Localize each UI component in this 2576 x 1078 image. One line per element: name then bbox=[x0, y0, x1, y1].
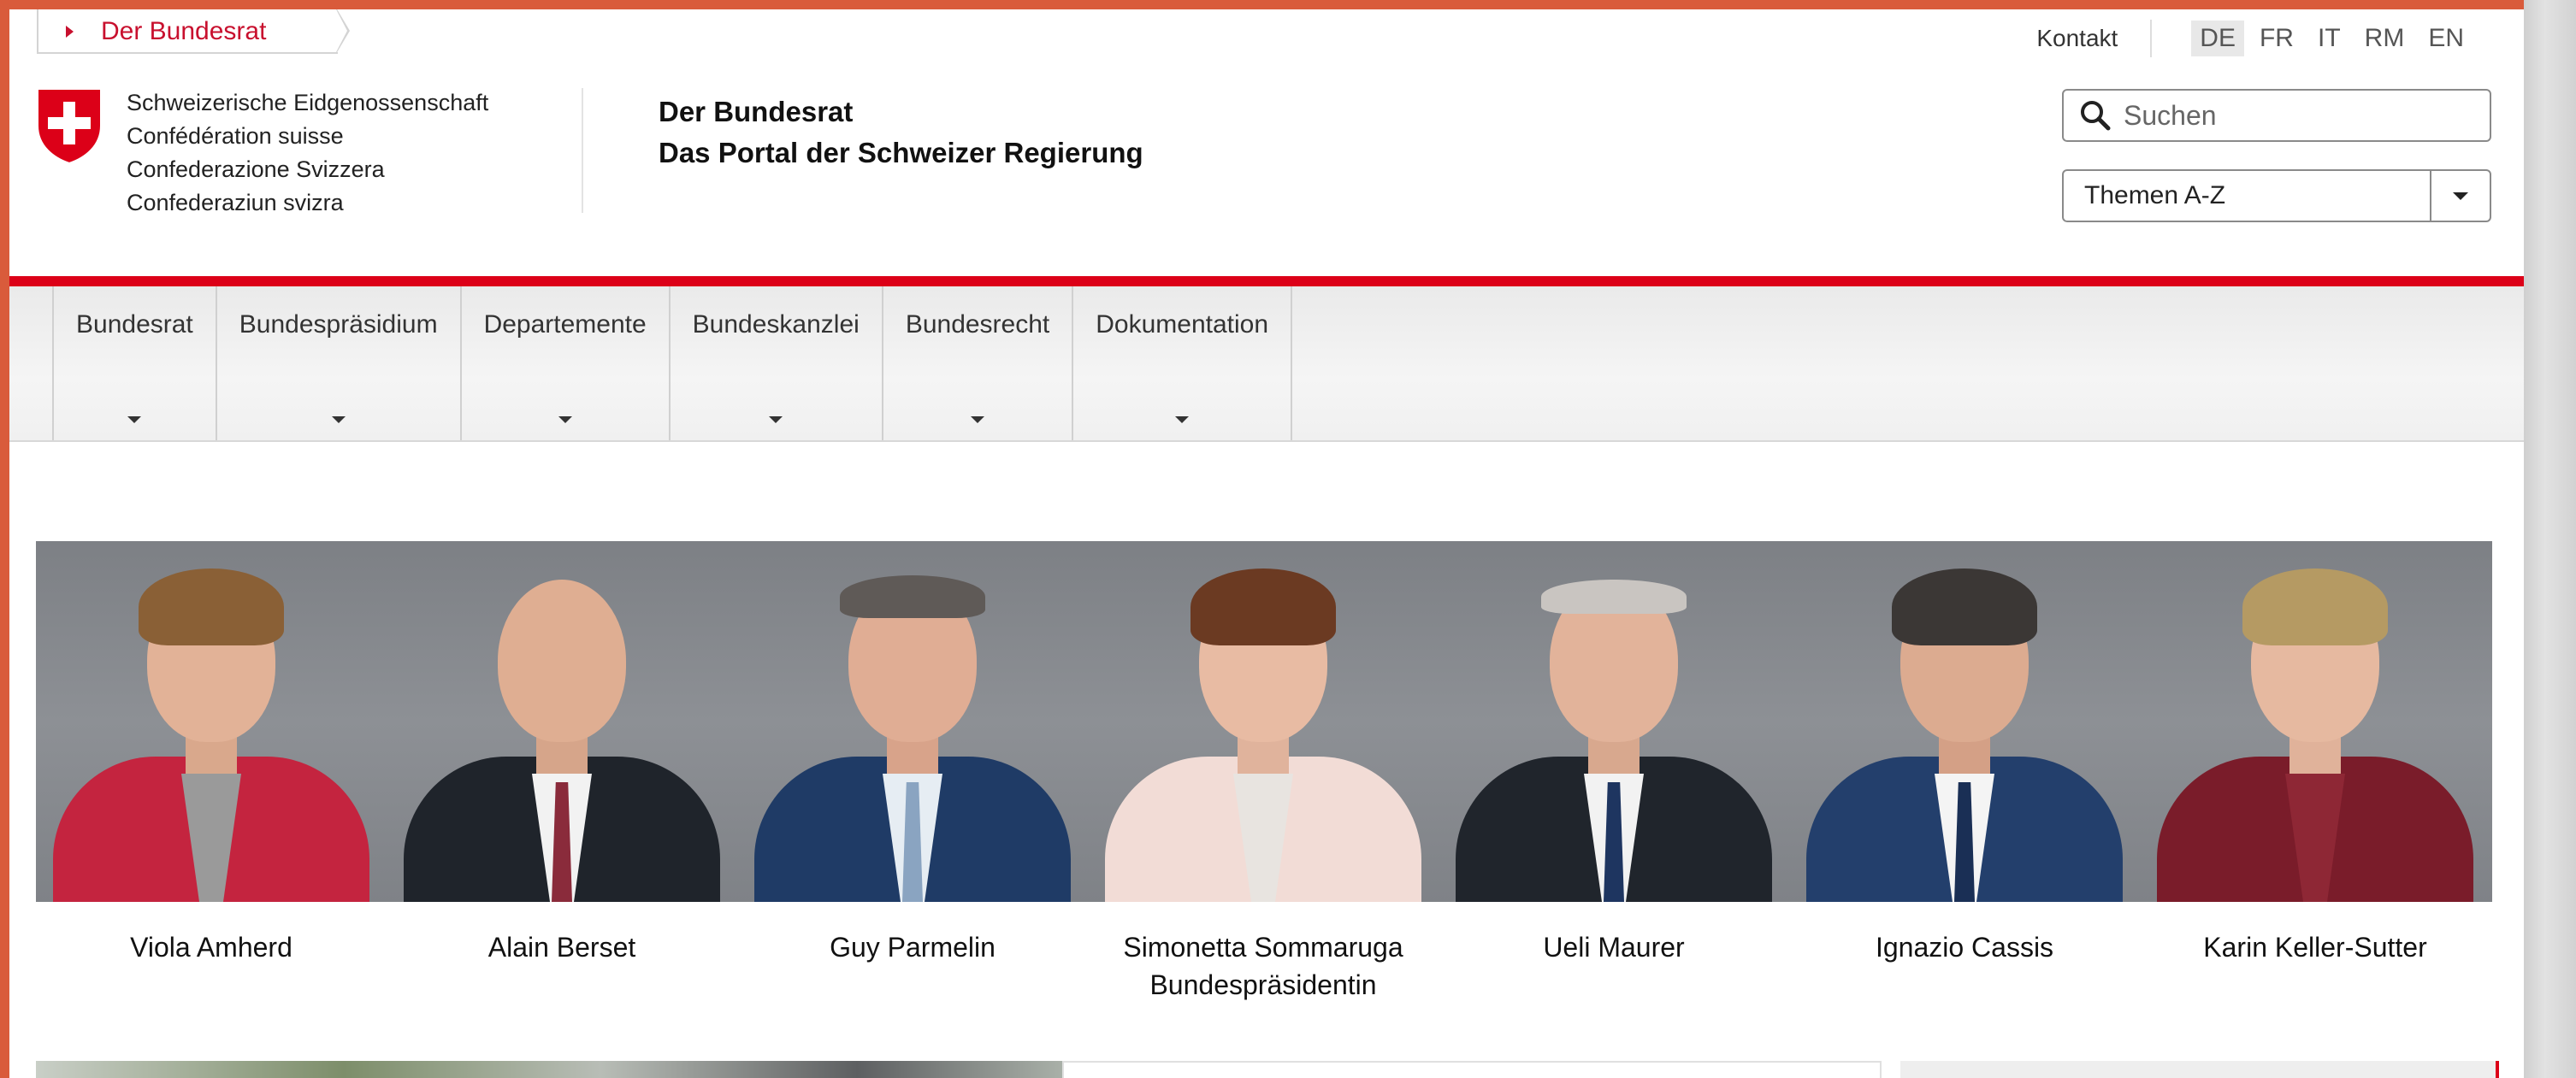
member-name-link[interactable]: Ueli Maurer bbox=[1439, 928, 1789, 966]
breadcrumb-home-link[interactable]: Der Bundesrat bbox=[37, 9, 350, 54]
nav-item-departemente[interactable]: Departemente bbox=[459, 286, 669, 440]
nav-item-bundesrat[interactable]: Bundesrat bbox=[52, 286, 216, 440]
member-name-link[interactable]: Guy Parmelin bbox=[737, 928, 1088, 966]
member-role: Bundespräsidentin bbox=[1149, 969, 1377, 1000]
window-frame-top bbox=[0, 0, 2576, 9]
header-divider bbox=[582, 88, 583, 213]
chevron-down-icon bbox=[558, 416, 572, 423]
member-name: Ueli Maurer bbox=[1543, 932, 1685, 963]
lang-it[interactable]: IT bbox=[2309, 21, 2349, 56]
portal-title-link[interactable]: Der Bundesrat Das Portal der Schweizer R… bbox=[659, 91, 1143, 174]
nav-item-label: Bundespräsidium bbox=[239, 310, 438, 339]
chevron-down-icon bbox=[1175, 416, 1190, 423]
confederation-name-de: Schweizerische Eidgenossenschaft bbox=[127, 90, 489, 115]
portrait-ignazio-cassis[interactable] bbox=[1789, 541, 2140, 902]
confederation-name-fr: Confédération suisse bbox=[127, 123, 344, 149]
lang-de[interactable]: DE bbox=[2191, 21, 2244, 56]
member-name: Karin Keller-Sutter bbox=[2203, 932, 2427, 963]
member-name: Simonetta Sommaruga bbox=[1123, 932, 1403, 963]
portrait-ueli-maurer[interactable] bbox=[1439, 541, 1789, 902]
page: Der Bundesrat Kontakt DE FR IT RM EN Sch… bbox=[9, 9, 2524, 1078]
confederation-names: Schweizerische Eidgenossenschaft Confédé… bbox=[127, 86, 488, 220]
member-name-link[interactable]: Karin Keller-Sutter bbox=[2140, 928, 2490, 966]
topics-select[interactable]: Themen A-Z bbox=[2062, 169, 2491, 222]
nav-item-label: Bundesrecht bbox=[905, 310, 1050, 339]
chevron-down-icon bbox=[127, 416, 142, 423]
member-name-link[interactable]: Alain Berset bbox=[387, 928, 737, 966]
member-names: Viola Amherd Alain Berset Guy Parmelin S… bbox=[36, 928, 2492, 1022]
meta-nav: Kontakt DE FR IT RM EN bbox=[2036, 18, 2473, 59]
chevron-down-icon bbox=[769, 416, 783, 423]
breadcrumb-tab-edge-inner bbox=[336, 9, 347, 52]
portal-title: Der Bundesrat bbox=[659, 96, 854, 127]
topics-select-toggle[interactable] bbox=[2430, 171, 2490, 221]
portrait-simonetta-sommaruga[interactable] bbox=[1088, 541, 1439, 902]
search-box bbox=[2062, 89, 2491, 142]
side-panel bbox=[1900, 1061, 2499, 1078]
confederation-name-it: Confederazione Svizzera bbox=[127, 156, 385, 182]
swiss-coat-of-arms-icon[interactable] bbox=[35, 86, 103, 165]
caret-right-icon bbox=[66, 26, 74, 38]
confederation-name-rm: Confederaziun svizra bbox=[127, 190, 344, 215]
teaser-panel bbox=[1062, 1061, 1882, 1078]
portrait-karin-keller-sutter[interactable] bbox=[2140, 541, 2490, 902]
member-name: Ignazio Cassis bbox=[1875, 932, 2054, 963]
portrait-viola-amherd[interactable] bbox=[36, 541, 387, 902]
chevron-down-icon bbox=[2453, 191, 2468, 200]
chevron-down-icon bbox=[971, 416, 985, 423]
nav-item-bundeskanzlei[interactable]: Bundeskanzlei bbox=[668, 286, 882, 440]
topics-select-value: Themen A-Z bbox=[2084, 181, 2226, 209]
lang-en[interactable]: EN bbox=[2419, 21, 2473, 56]
nav-item-label: Departemente bbox=[483, 310, 647, 339]
search-input[interactable] bbox=[2122, 98, 2467, 133]
member-name-link[interactable]: Viola Amherd bbox=[36, 928, 387, 966]
lang-rm[interactable]: RM bbox=[2356, 21, 2414, 56]
chevron-down-icon bbox=[331, 416, 346, 423]
window-frame-left bbox=[0, 0, 9, 1078]
nav-item-label: Dokumentation bbox=[1096, 310, 1269, 339]
kontakt-link[interactable]: Kontakt bbox=[2036, 25, 2118, 52]
member-name-link[interactable]: Ignazio Cassis bbox=[1789, 928, 2140, 966]
breadcrumb-label: Der Bundesrat bbox=[101, 17, 267, 45]
member-name-link[interactable]: Simonetta Sommaruga Bundespräsidentin bbox=[1088, 928, 1439, 1004]
portal-subtitle: Das Portal der Schweizer Regierung bbox=[659, 137, 1143, 168]
federal-council-photo[interactable] bbox=[36, 541, 2492, 902]
portrait-guy-parmelin[interactable] bbox=[737, 541, 1088, 902]
page-side-shadow bbox=[2524, 0, 2576, 1078]
member-name: Viola Amherd bbox=[130, 932, 292, 963]
meta-nav-divider bbox=[2150, 20, 2153, 57]
main-nav: Bundesrat Bundespräsidium Departemente B… bbox=[9, 286, 2524, 442]
brand-red-bar bbox=[9, 276, 2524, 286]
nav-item-bundespraesidium[interactable]: Bundespräsidium bbox=[215, 286, 460, 440]
nav-item-bundesrecht[interactable]: Bundesrecht bbox=[881, 286, 1072, 440]
member-name: Alain Berset bbox=[487, 932, 636, 963]
nav-item-label: Bundesrat bbox=[76, 310, 193, 339]
search-icon[interactable] bbox=[2077, 97, 2113, 133]
portrait-alain-berset[interactable] bbox=[387, 541, 737, 902]
member-name: Guy Parmelin bbox=[830, 932, 996, 963]
nav-item-dokumentation[interactable]: Dokumentation bbox=[1072, 286, 1293, 440]
teaser-row bbox=[36, 1061, 2499, 1078]
nav-item-label: Bundeskanzlei bbox=[692, 310, 860, 339]
teaser-image[interactable] bbox=[36, 1061, 1062, 1078]
lang-fr[interactable]: FR bbox=[2251, 21, 2302, 56]
